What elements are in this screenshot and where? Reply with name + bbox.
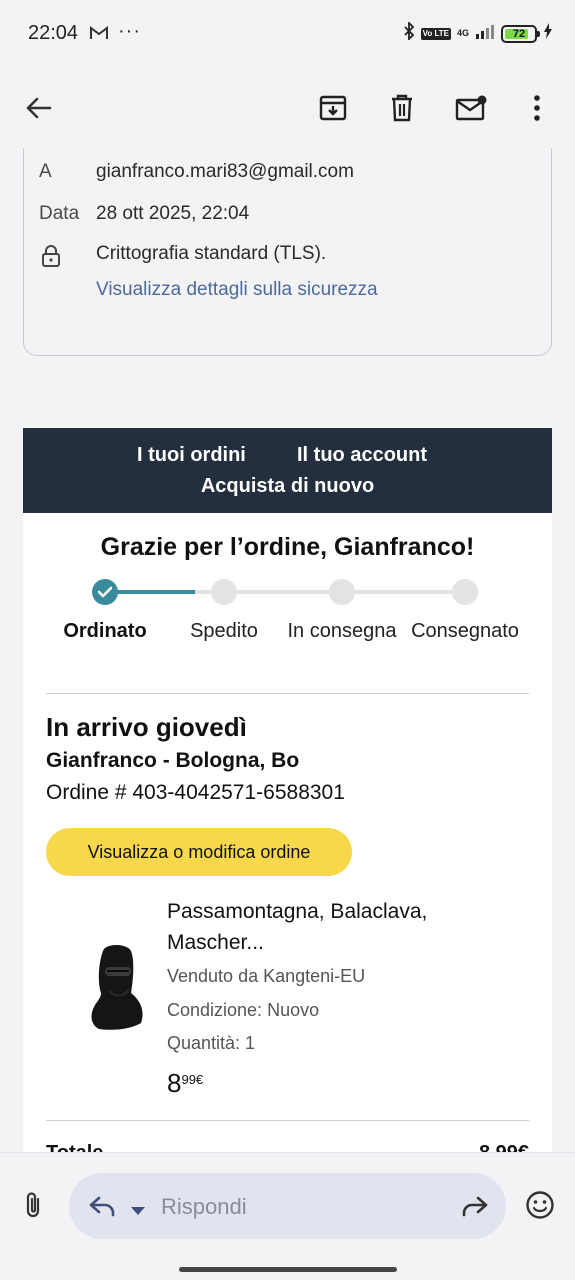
emoji-icon[interactable] [525,1190,555,1225]
step-shipped-label: Spedito [190,620,258,642]
delivery-address: Gianfranco - Bologna, Bo [46,749,300,772]
gmail-notification-icon [90,26,108,45]
email-body: I tuoi ordini Il tuo account Acquista di… [23,428,552,1152]
email-toolbar [0,68,575,148]
step-ordered-dot [92,579,118,605]
email-content[interactable]: A gianfranco.mari83@gmail.com Data 28 ot… [0,148,575,1152]
forward-icon[interactable] [460,1195,488,1222]
thanks-heading: Grazie per l’ordine, Gianfranco! [100,533,475,561]
network-type: 4G [456,28,469,38]
arrival-heading: In arrivo giovedì [46,712,247,742]
bluetooth-icon [403,20,415,45]
more-vert-icon[interactable] [513,84,561,132]
email-details-card: A gianfranco.mari83@gmail.com Data 28 ot… [23,148,552,356]
step-delivered-dot [452,579,478,605]
to-value: gianfranco.mari83@gmail.com [96,161,354,182]
product-quantity: Quantità: 1 [167,1033,256,1053]
step-ordered-label: Ordinato [63,620,147,642]
security-value: Crittografia standard (TLS). [96,243,327,264]
product-condition: Condizione: Nuovo [167,1000,320,1020]
volte-icon: Vo LTE [420,27,451,40]
divider [46,693,529,694]
total-label: Totale [46,1142,103,1152]
home-indicator[interactable] [179,1267,397,1272]
archive-icon[interactable] [309,84,357,132]
reply-field[interactable]: Rispondi [69,1173,506,1239]
lock-icon [41,244,61,273]
nav-account-link[interactable]: Il tuo account [297,444,427,467]
store-nav-bar: I tuoi ordini Il tuo account Acquista di… [23,428,552,513]
product-seller: Venduto da Kangteni-EU [167,966,366,986]
security-details-link[interactable]: Visualizza dettagli sulla sicurezza [96,279,378,301]
status-time: 22:04 [28,22,79,44]
charging-icon [543,23,553,44]
to-label: A [39,161,52,182]
step-delivered-label: Consegnato [411,620,519,642]
signal-icon [475,23,495,44]
step-out-for-delivery-dot [329,579,355,605]
reply-icon[interactable] [89,1195,117,1222]
total-row: Totale 8,99€ [46,1142,529,1152]
product-price: 899€ [167,1068,203,1099]
date-label: Data [39,203,80,224]
price-cents: 99€ [181,1072,204,1087]
view-edit-order-button[interactable]: Visualizza o modifica ordine [46,828,352,876]
order-number: Ordine # 403-4042571-6588301 [46,781,345,804]
nav-orders-link[interactable]: I tuoi ordini [137,444,246,467]
product-image[interactable] [85,941,147,1033]
delete-icon[interactable] [378,84,426,132]
price-main: 8 [167,1068,182,1098]
status-bar: 22:04 ··· Vo LTE 4G 72 [0,0,575,68]
product-title[interactable]: Passamontagna, Balaclava, Mascher... [167,896,527,958]
nav-buy-again-link[interactable]: Acquista di nuovo [23,475,552,498]
reply-options-dropdown-icon[interactable] [131,1202,145,1220]
attachment-icon[interactable] [24,1191,44,1224]
divider [46,1120,529,1121]
battery-level: 72 [512,27,526,40]
status-right: Vo LTE 4G 72 [403,20,553,45]
progress-fill [105,590,195,594]
reply-placeholder: Rispondi [161,1194,247,1219]
step-out-for-delivery-label: In consegna [287,620,397,642]
check-icon [98,586,112,598]
battery-icon: 72 [501,24,540,43]
total-value: 8,99€ [479,1142,529,1152]
date-value: 28 ott 2025, 22:04 [96,203,250,224]
more-notifications-icon: ··· [118,20,141,42]
step-shipped-dot [211,579,237,605]
reply-bar: Rispondi [0,1152,575,1280]
mark-unread-icon[interactable] [447,84,495,132]
back-arrow-icon[interactable] [15,84,63,132]
